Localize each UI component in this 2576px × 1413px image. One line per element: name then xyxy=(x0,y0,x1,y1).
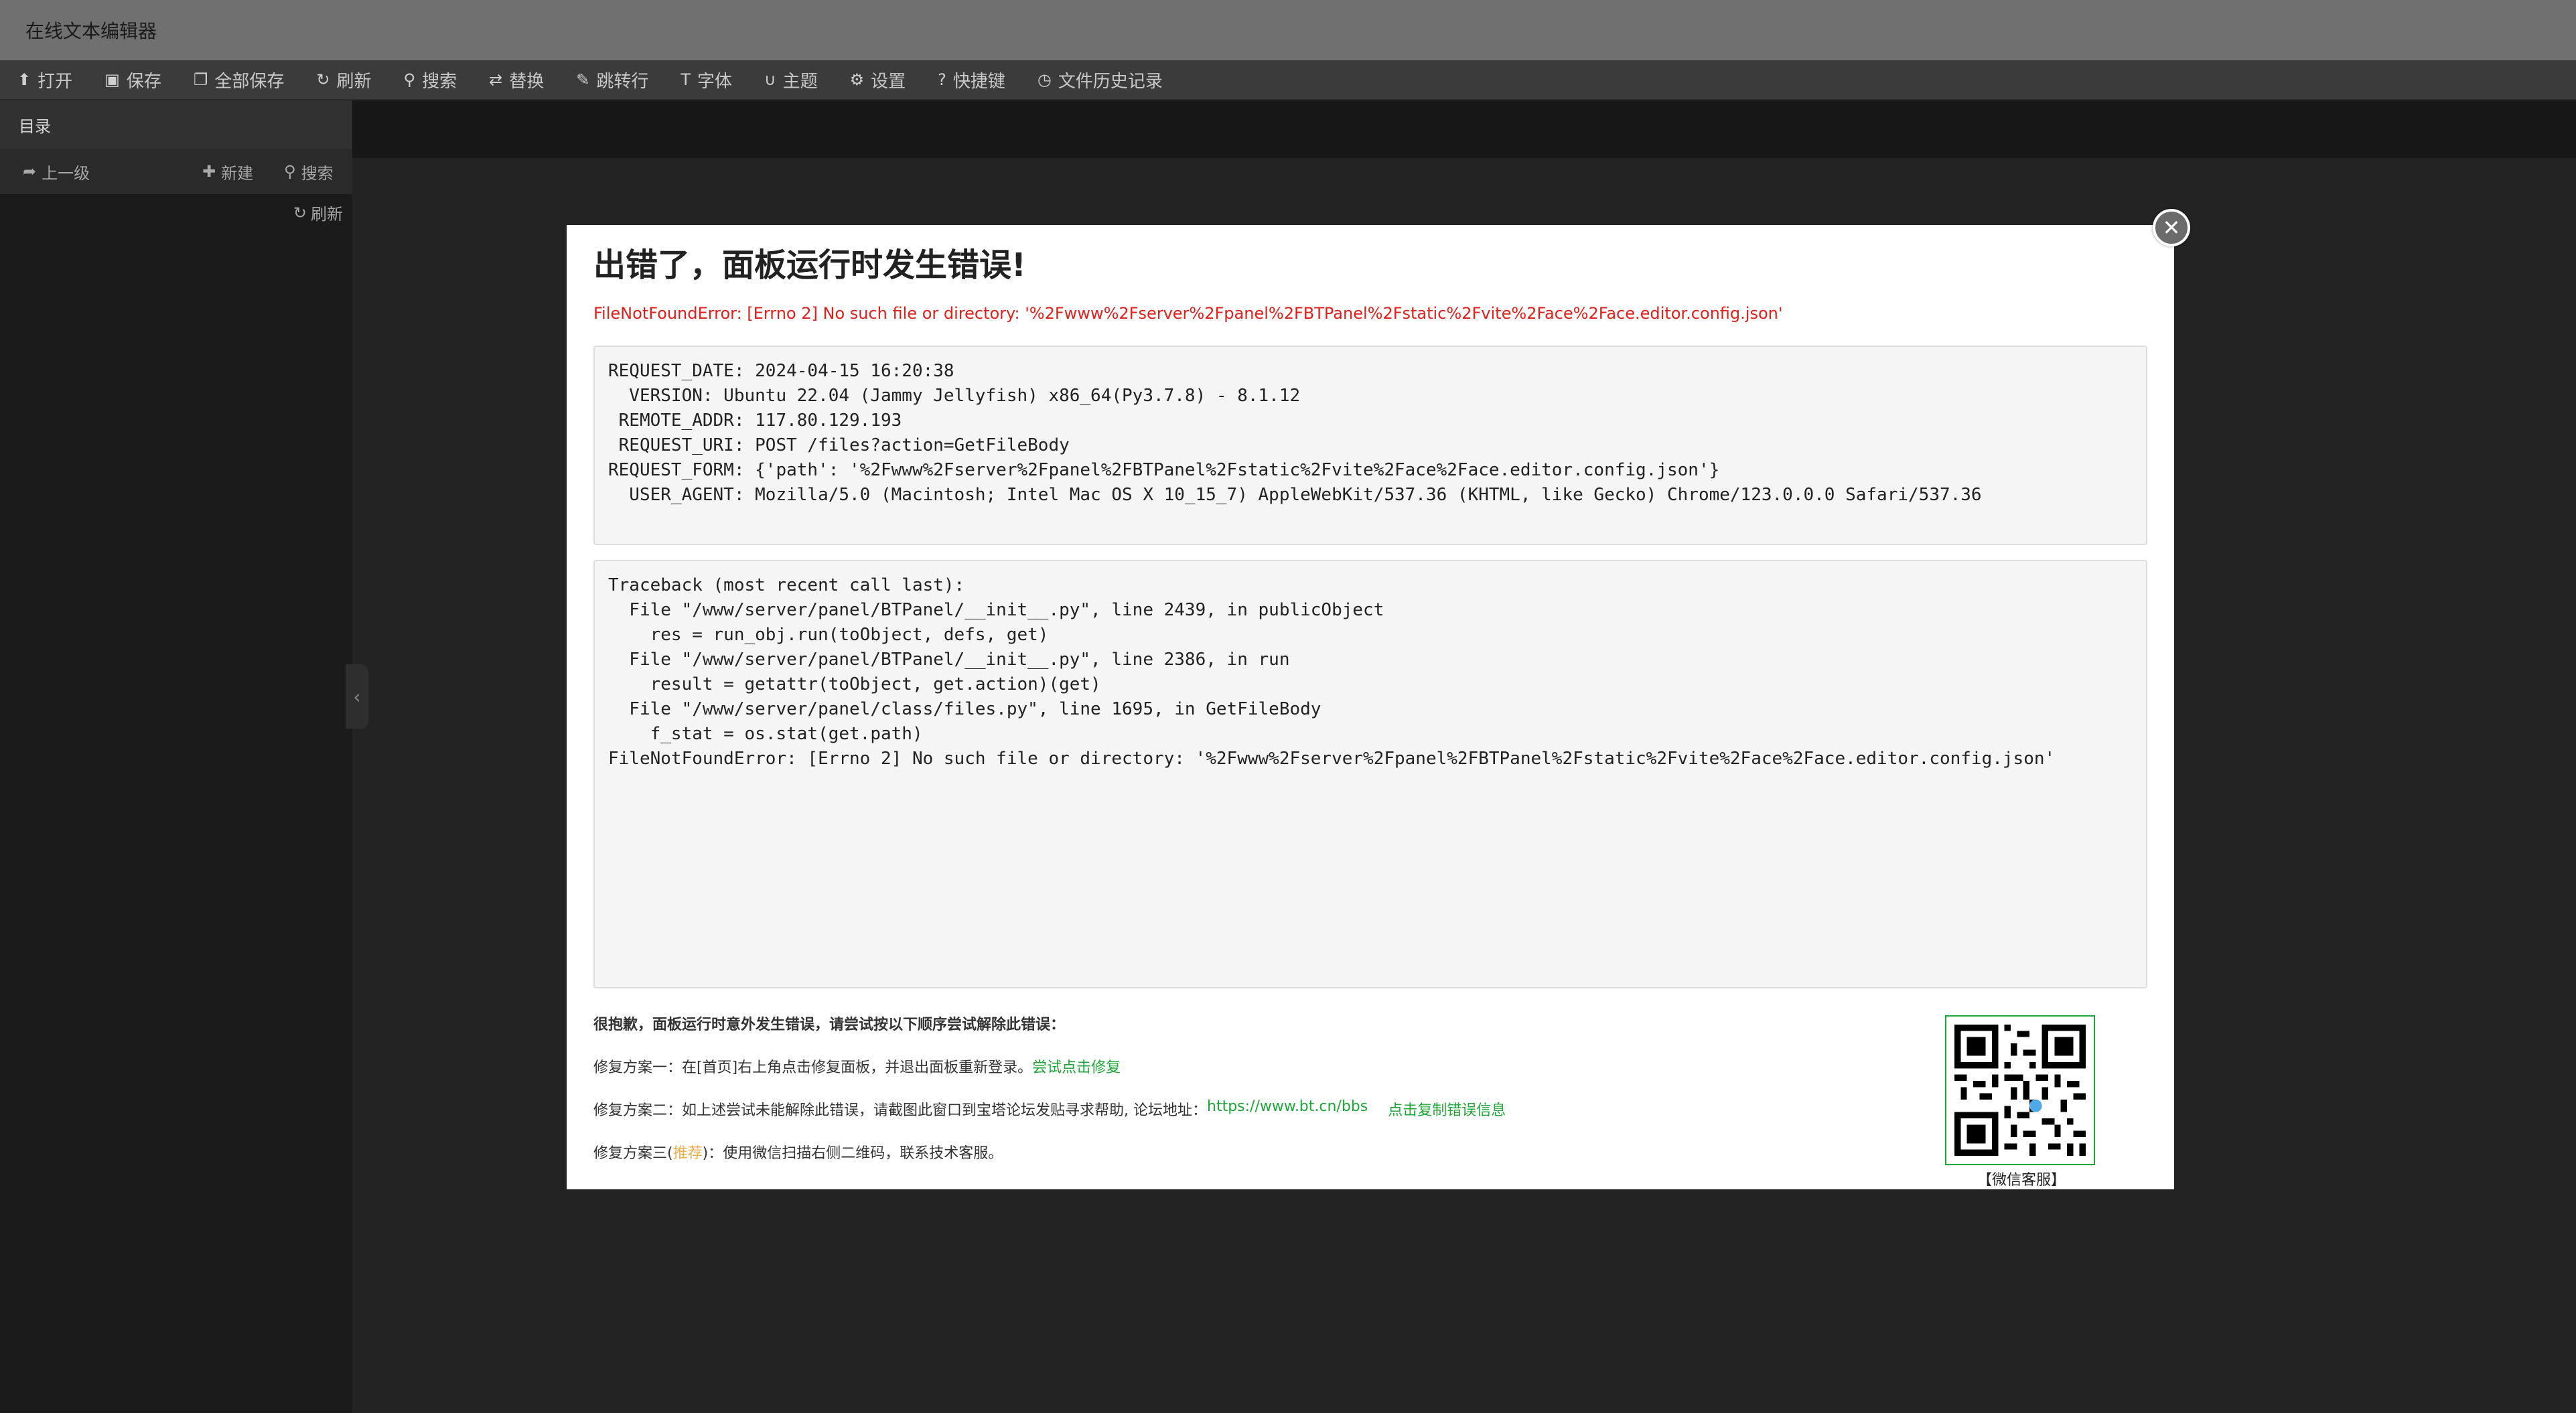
editor-tab-bar xyxy=(352,100,2576,158)
goto-line-icon: ✎ xyxy=(576,70,590,89)
share-arrow-icon: ➦ xyxy=(23,162,37,181)
open-button[interactable]: ⬆ 打开 xyxy=(17,68,72,92)
wechat-support: 【微信客服】 xyxy=(1945,1015,2098,1189)
shortcuts-button[interactable]: ? 快捷键 xyxy=(938,68,1005,92)
qr-label: 【微信客服】 xyxy=(1977,1172,2066,1189)
sidebar-tools: ➦ 上一级 ✚ 新建 ⚲ 搜索 xyxy=(0,149,352,194)
replace-button[interactable]: ⇄ 替换 xyxy=(489,68,544,92)
sidebar-collapse-handle[interactable]: ‹ xyxy=(346,664,368,729)
font-icon: T xyxy=(681,70,691,89)
search-icon: ⚲ xyxy=(403,70,416,89)
error-summary: FileNotFoundError: [Errno 2] No such fil… xyxy=(593,303,1783,323)
copy-error-link[interactable]: 点击复制错误信息 xyxy=(1388,1098,1506,1120)
traceback-box: Traceback (most recent call last): File … xyxy=(593,560,2147,988)
plan-three: 修复方案三(推荐)：使用微信扫描右侧二维码，联系技术客服。 xyxy=(593,1141,1506,1184)
save-all-button[interactable]: ❐ 全部保存 xyxy=(194,68,285,92)
sidebar-search-button[interactable]: ⚲ 搜索 xyxy=(284,160,334,183)
file-history-button[interactable]: ◷ 文件历史记录 xyxy=(1037,68,1163,92)
history-icon: ◷ xyxy=(1037,70,1052,89)
replace-icon: ⇄ xyxy=(489,70,503,89)
parent-dir-button[interactable]: ➦ 上一级 xyxy=(23,160,90,183)
font-button[interactable]: T 字体 xyxy=(681,68,732,92)
search-button[interactable]: ⚲ 搜索 xyxy=(403,68,457,92)
editor-toolbar: ⬆ 打开 ▣ 保存 ❐ 全部保存 ↻ 刷新 ⚲ 搜索 ⇄ 替换 ✎ 跳转行 T … xyxy=(0,60,2576,100)
refresh-icon: ↻ xyxy=(316,70,330,89)
new-file-button[interactable]: ✚ 新建 xyxy=(202,160,253,183)
file-tree-sidebar: 目录 ➦ 上一级 ✚ 新建 ⚲ 搜索 ↻ 刷新 xyxy=(0,100,352,1413)
sidebar-refresh-button[interactable]: ↻ 刷新 xyxy=(293,201,343,224)
theme-icon: ∪ xyxy=(764,70,776,89)
app-title: 在线文本编辑器 xyxy=(25,20,157,42)
refresh-button[interactable]: ↻ 刷新 xyxy=(316,68,371,92)
settings-button[interactable]: ⚙ 设置 xyxy=(850,68,906,92)
error-dialog: 出错了，面板运行时发生错误! FileNotFoundError: [Errno… xyxy=(567,225,2174,1189)
help-icon: ? xyxy=(938,70,946,89)
close-dialog-button[interactable]: ✕ xyxy=(2153,209,2190,246)
theme-button[interactable]: ∪ 主题 xyxy=(764,68,818,92)
help-section: 很抱歉，面板运行时意外发生错误，请尝试按以下顺序尝试解除此错误： 修复方案一：在… xyxy=(593,1013,1506,1184)
plan-one: 修复方案一：在[首页]右上角点击修复面板，并退出面板重新登录。 尝试点击修复 xyxy=(593,1055,1506,1098)
dialog-title: 出错了，面板运行时发生错误! xyxy=(593,246,1026,284)
save-icon: ▣ xyxy=(104,70,120,89)
gear-icon: ⚙ xyxy=(849,70,865,89)
save-all-icon: ❐ xyxy=(193,70,208,89)
app-title-bar: 在线文本编辑器 xyxy=(0,0,2576,60)
qr-code-icon xyxy=(1954,1025,2086,1156)
upload-icon: ⬆ xyxy=(17,70,31,89)
search-icon: ⚲ xyxy=(284,162,296,181)
try-repair-link[interactable]: 尝试点击修复 xyxy=(1032,1055,1121,1077)
forum-link[interactable]: https://www.bt.cn/bbs xyxy=(1207,1098,1368,1115)
plan-two: 修复方案二：如上述尝试未能解除此错误，请截图此窗口到宝塔论坛发贴寻求帮助, 论坛… xyxy=(593,1098,1506,1120)
wechat-qr-code xyxy=(1945,1015,2095,1165)
request-info-box: REQUEST_DATE: 2024-04-15 16:20:38 VERSIO… xyxy=(593,346,2147,545)
recommended-tag: 推荐 xyxy=(672,1145,703,1162)
sidebar-header: 目录 xyxy=(0,100,352,149)
goto-line-button[interactable]: ✎ 跳转行 xyxy=(576,68,648,92)
save-button[interactable]: ▣ 保存 xyxy=(104,68,161,92)
close-icon: ✕ xyxy=(2162,215,2181,240)
chevron-left-icon: ‹ xyxy=(353,685,361,708)
refresh-icon: ↻ xyxy=(293,203,307,222)
help-intro: 很抱歉，面板运行时意外发生错误，请尝试按以下顺序尝试解除此错误： xyxy=(593,1017,1066,1033)
plus-icon: ✚ xyxy=(202,162,216,181)
